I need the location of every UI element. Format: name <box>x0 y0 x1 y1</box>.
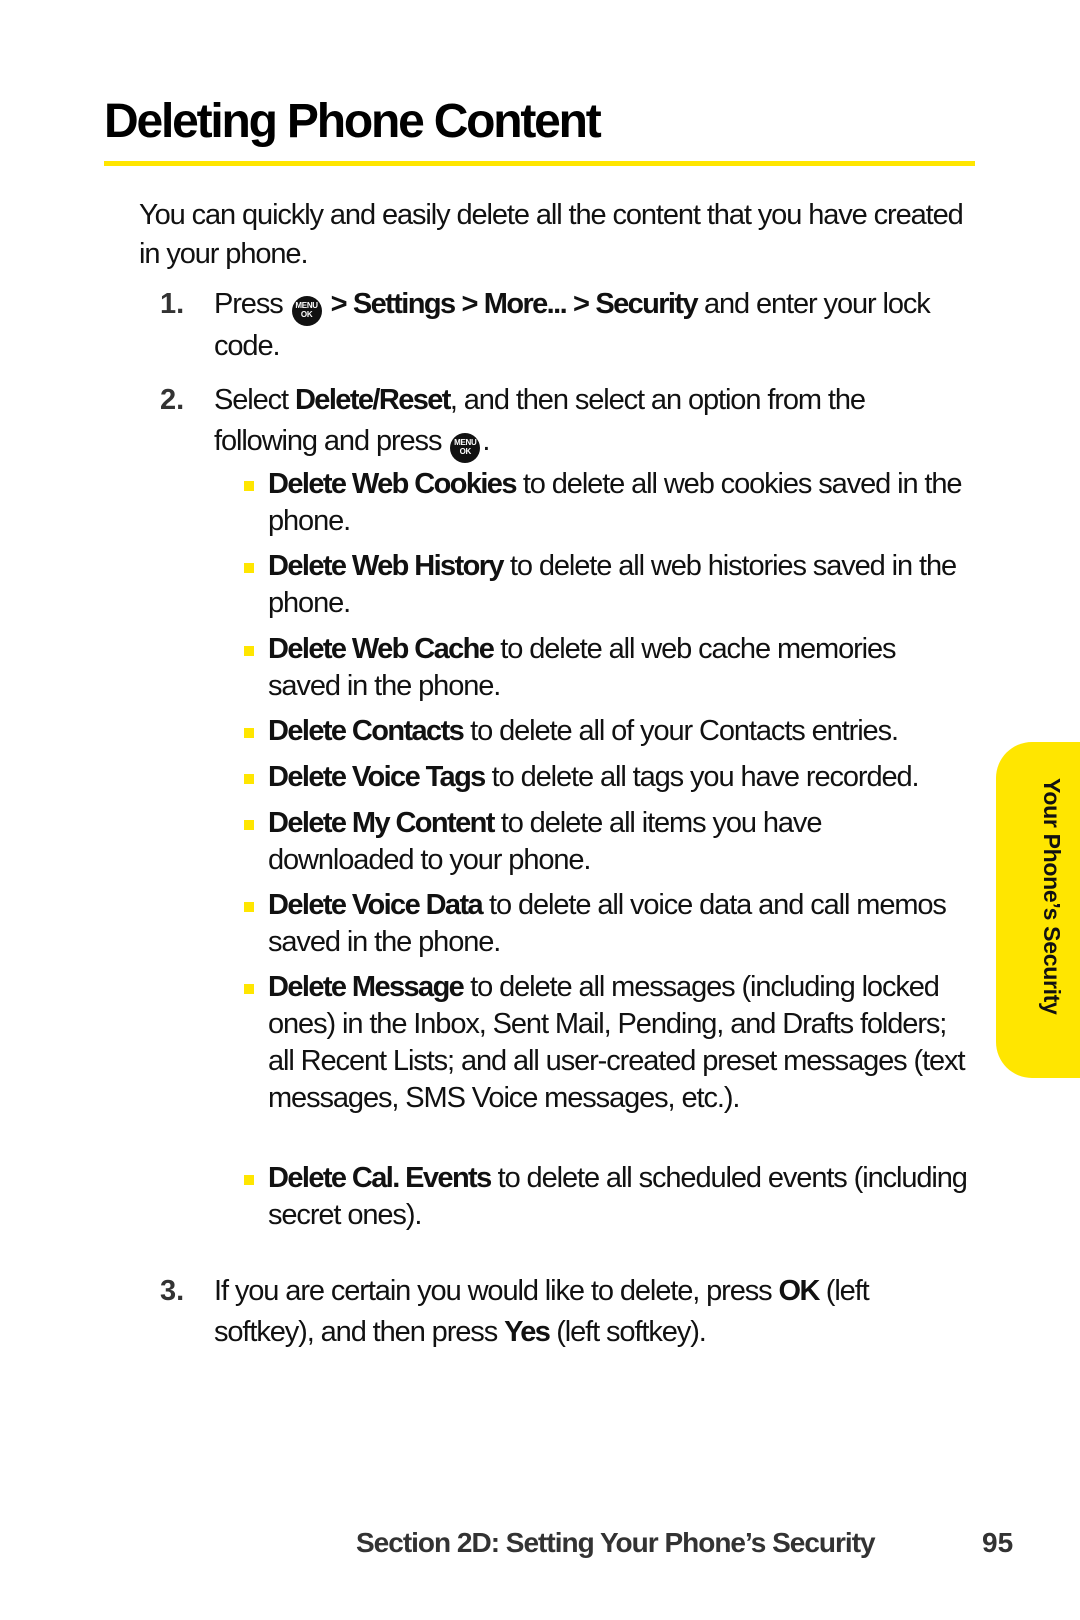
step-text-end: . <box>482 425 490 457</box>
list-item: Delete Web Cookies to delete all web coo… <box>244 466 968 540</box>
side-tab-label: Your Phone’s Security <box>1039 778 1065 1015</box>
list-item: Delete Voice Data to delete all voice da… <box>244 887 968 961</box>
bullet-square-icon <box>244 984 254 994</box>
option-name: Delete My Content <box>268 807 495 839</box>
bullet-square-icon <box>244 774 254 784</box>
menu-ok-key-icon: MENU OK <box>450 433 481 463</box>
chevron-right-icon: > <box>573 288 590 320</box>
bullet-square-icon <box>244 563 254 573</box>
menu-path-more: More... <box>483 288 568 320</box>
section-side-tab: Your Phone’s Security <box>996 742 1080 1078</box>
intro-paragraph: You can quickly and easily delete all th… <box>139 199 964 270</box>
bullet-square-icon <box>244 902 254 912</box>
bullet-square-icon <box>244 646 254 656</box>
list-item: Delete My Content to delete all items yo… <box>244 805 968 879</box>
list-item: Delete Web History to delete all web his… <box>244 548 968 622</box>
softkey-yes-label: Yes <box>504 1316 551 1348</box>
step-number: 3. <box>160 1275 185 1307</box>
option-name: Delete Web Cache <box>268 633 495 665</box>
step-number: 2. <box>160 384 185 416</box>
step-text-press: Press <box>214 288 284 320</box>
option-name: Delete Contacts <box>268 715 465 747</box>
step-text-tail: (left softkey). <box>549 1316 707 1348</box>
list-item: Delete Voice Tags to delete all tags you… <box>244 759 968 796</box>
menu-path-delete-reset: Delete/Reset <box>294 384 451 416</box>
menu-key-bottom-label: OK <box>300 310 313 319</box>
chevron-right-icon: > <box>461 288 478 320</box>
page-title: Deleting Phone Content <box>104 95 602 148</box>
option-description: to delete all of your Contacts entries. <box>463 715 899 747</box>
title-rule-divider <box>104 161 975 166</box>
bullet-square-icon <box>244 728 254 738</box>
option-name: Delete Web Cookies <box>268 468 517 500</box>
step-text: Press MENU OK > Settings > More... > Secu… <box>214 284 974 367</box>
bullet-square-icon <box>244 1175 254 1185</box>
step-text-tail: and enter your lock code. <box>214 288 931 362</box>
chevron-right-icon: > <box>330 288 348 320</box>
step-text-lead: If you are certain you would like to del… <box>214 1275 779 1307</box>
list-item: Delete Message to delete all messages (i… <box>244 969 968 1117</box>
menu-key-top-label: MENU <box>454 438 477 447</box>
list-item: Delete Cal. Events to delete all schedul… <box>244 1160 968 1234</box>
option-name: Delete Cal. Events <box>268 1162 492 1194</box>
menu-ok-key-icon: MENU OK <box>291 296 322 326</box>
menu-path-security: Security <box>595 288 698 320</box>
list-item: Delete Contacts to delete all of your Co… <box>244 713 968 750</box>
option-name: Delete Voice Data <box>268 889 484 921</box>
menu-path-settings: Settings <box>352 288 456 320</box>
option-description: to delete all tags you have recorded. <box>484 761 920 793</box>
page-number: 95 <box>982 1527 1014 1558</box>
softkey-ok-label: OK <box>778 1275 821 1307</box>
menu-key-top-label: MENU <box>295 301 318 310</box>
step-number: 1. <box>160 288 185 320</box>
option-name: Delete Web History <box>268 550 505 582</box>
step-text: If you are certain you would like to del… <box>214 1271 974 1353</box>
bullet-square-icon <box>244 820 254 830</box>
menu-key-bottom-label: OK <box>459 447 472 456</box>
option-name: Delete Voice Tags <box>268 761 486 793</box>
bullet-square-icon <box>244 481 254 491</box>
step-text-select: Select <box>214 384 295 416</box>
list-item: Delete Web Cache to delete all web cache… <box>244 631 968 705</box>
option-name: Delete Message <box>268 971 465 1003</box>
step-text: Select Delete/Reset, and then select an … <box>214 380 974 463</box>
footer-section-title: Section 2D: Setting Your Phone’s Securit… <box>356 1527 876 1558</box>
